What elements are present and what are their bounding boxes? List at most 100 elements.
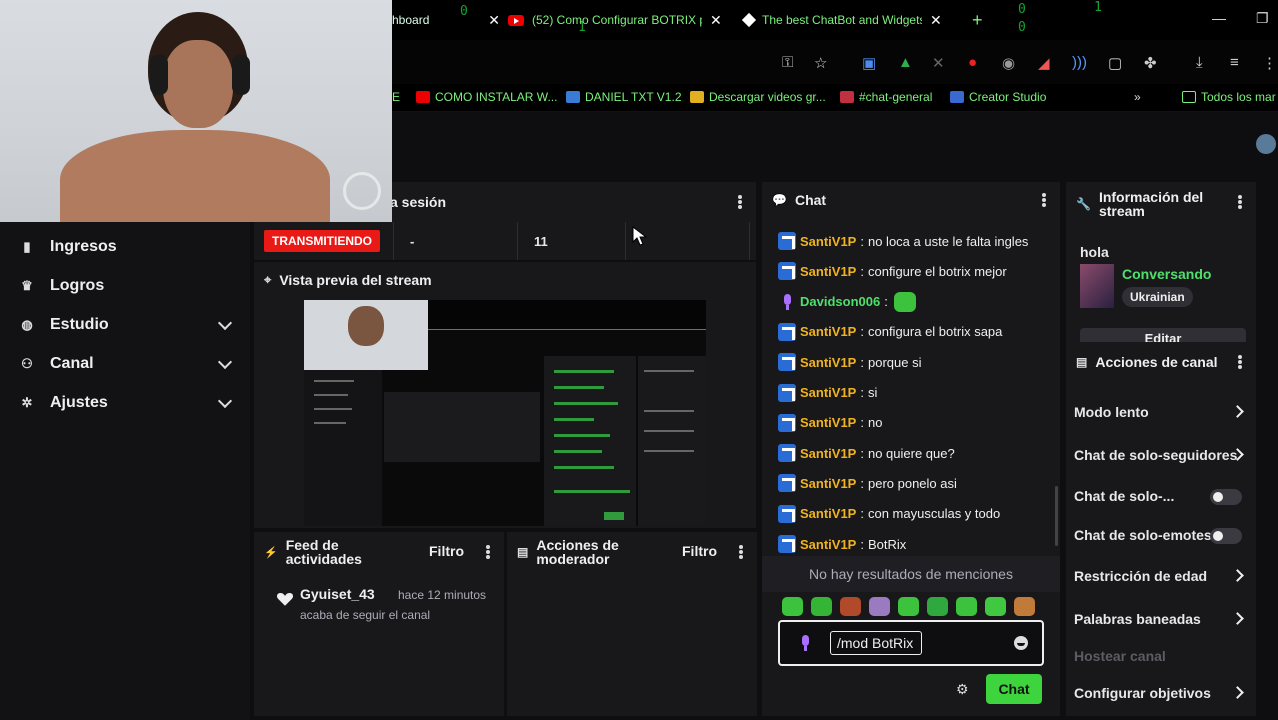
media-icon[interactable]: ≡ <box>1230 54 1239 71</box>
channel-action-item[interactable]: Chat de solo-emotes <box>1074 520 1254 550</box>
emote-icon[interactable] <box>985 596 1006 616</box>
bookmark-label: Descargar videos gr... <box>709 90 826 104</box>
close-icon[interactable]: ✕ <box>930 12 942 29</box>
chat-username[interactable]: SantiV1P <box>800 415 856 430</box>
chat-username[interactable]: SantiV1P <box>800 446 856 461</box>
bookmark-label: DANIEL TXT V1.2 <box>585 90 682 104</box>
emote-icon[interactable] <box>956 596 977 616</box>
bookmark[interactable]: E <box>392 90 400 104</box>
stream-category[interactable]: Conversando <box>1122 266 1211 282</box>
translate-icon[interactable]: ▣ <box>862 54 876 72</box>
chat-message-text: no <box>867 415 883 431</box>
bookmark[interactable]: #chat-general <box>840 90 932 104</box>
sidebar-item-ingresos[interactable]: ▮ Ingresos <box>0 228 250 266</box>
bookmark[interactable]: DANIEL TXT V1.2 <box>566 90 682 104</box>
stream-preview-thumbnail[interactable] <box>304 300 706 526</box>
emote-icon[interactable] <box>1014 596 1035 616</box>
chat-message: SantiV1P: no loca a uste le falta ingles <box>778 230 1056 252</box>
close-icon[interactable]: ✕ <box>488 12 500 29</box>
toggle-switch[interactable] <box>1210 528 1242 544</box>
channel-action-item[interactable]: Palabras baneadas <box>1074 604 1254 634</box>
screenshot-icon[interactable]: ▢ <box>1108 54 1122 72</box>
extension-icon[interactable]: ✕ <box>932 54 945 72</box>
drive-icon[interactable]: ▲ <box>898 54 913 71</box>
sidebar-item-canal[interactable]: ⚇ Canal <box>0 345 250 383</box>
bookmark[interactable]: COMO INSTALAR W... <box>416 90 557 104</box>
chat-username[interactable]: Davidson006 <box>800 294 880 309</box>
stat-live: TRANSMITIENDO <box>254 222 394 260</box>
youtube-icon <box>508 14 524 26</box>
headphones-icon <box>232 55 250 95</box>
chat-settings-icon[interactable]: ⚙ <box>956 682 970 696</box>
language-tag[interactable]: Ukrainian <box>1122 287 1193 307</box>
toggle-switch[interactable] <box>1210 489 1242 505</box>
emoji-icon[interactable] <box>1014 636 1028 650</box>
channel-action-item[interactable]: Configurar objetivos <box>1074 678 1254 708</box>
chat-username[interactable]: SantiV1P <box>800 385 856 400</box>
audio-icon[interactable]: ))) <box>1072 54 1087 71</box>
close-icon[interactable]: ✕ <box>710 12 722 29</box>
browser-tab[interactable]: (52) Como Configurar BOTRIX p ✕ <box>508 6 730 34</box>
puzzle-icon[interactable]: ✤ <box>1144 54 1157 72</box>
maximize-icon[interactable]: ❐ <box>1256 10 1269 27</box>
emote-icon[interactable] <box>898 596 919 616</box>
emote-icon[interactable] <box>840 596 861 616</box>
channel-action-item[interactable]: Chat de solo-seguidores <box>1074 440 1254 470</box>
chat-username[interactable]: SantiV1P <box>800 324 856 339</box>
chat-scrollbar[interactable] <box>1055 486 1058 546</box>
more-options-icon[interactable] <box>1042 193 1046 207</box>
emote-icon[interactable] <box>927 596 948 616</box>
preview-line <box>314 422 346 424</box>
more-options-icon[interactable] <box>1238 355 1242 369</box>
new-tab-icon[interactable]: + <box>972 10 983 31</box>
chat-input[interactable]: /mod BotRix <box>778 620 1044 666</box>
channel-action-item[interactable]: Chat de solo-... <box>1074 481 1254 511</box>
more-bookmarks[interactable]: » <box>1134 90 1141 104</box>
minimize-icon[interactable]: — <box>1212 10 1226 26</box>
more-options-icon[interactable] <box>738 195 742 209</box>
star-icon[interactable]: ☆ <box>814 54 827 72</box>
extension-icon[interactable]: ◢ <box>1038 54 1050 72</box>
browser-tab-active[interactable]: The best ChatBot and Widgets ✕ <box>742 6 962 34</box>
bookmark[interactable]: Todos los mar <box>1182 90 1276 104</box>
sidebar-item-logros[interactable]: ♛ Logros <box>0 267 250 305</box>
feed-username[interactable]: Gyuiset_43 <box>300 586 375 602</box>
sidebar-item-estudio[interactable]: ◍ Estudio <box>0 306 250 344</box>
menu-icon[interactable]: ⋮ <box>1262 54 1277 72</box>
send-chat-button[interactable]: Chat <box>986 674 1042 704</box>
chat-username[interactable]: SantiV1P <box>800 476 856 491</box>
filter-button[interactable]: Filtro <box>429 543 464 559</box>
bookmark[interactable]: Creator Studio <box>950 90 1046 104</box>
bookmark[interactable]: Descargar videos gr... <box>690 90 826 104</box>
chat-username[interactable]: SantiV1P <box>800 234 856 249</box>
channel-action-label: Restricción de edad <box>1074 568 1208 584</box>
chat-input-value[interactable]: /mod BotRix <box>830 631 922 655</box>
more-options-icon[interactable] <box>739 545 743 559</box>
emote-icon[interactable] <box>869 596 890 616</box>
chat-username[interactable]: SantiV1P <box>800 537 856 552</box>
channel-action-item[interactable]: Modo lento <box>1074 397 1254 427</box>
chat-username[interactable]: SantiV1P <box>800 264 856 279</box>
edit-button[interactable]: Editar <box>1080 328 1246 342</box>
chat-username[interactable]: SantiV1P <box>800 506 856 521</box>
headphones-icon <box>150 55 168 95</box>
sidebar-item-ajustes[interactable]: ✲ Ajustes <box>0 384 250 422</box>
emote-icon[interactable] <box>811 596 832 616</box>
session-stats: TRANSMITIENDO - 11 <box>254 222 756 260</box>
record-icon[interactable]: ● <box>968 54 977 71</box>
chat-username[interactable]: SantiV1P <box>800 355 856 370</box>
more-options-icon[interactable] <box>486 545 490 559</box>
browser-tab[interactable]: hboard ✕ <box>392 6 500 34</box>
more-options-icon[interactable] <box>1238 195 1242 209</box>
bot-badge-icon <box>778 504 796 523</box>
emote-icon[interactable] <box>782 596 803 616</box>
download-icon[interactable]: ⤓ <box>1196 54 1203 71</box>
chat-message-text: porque si <box>867 354 922 370</box>
user-avatar[interactable] <box>1256 134 1276 154</box>
watermark-logo <box>343 172 381 210</box>
extension-icon[interactable]: ◉ <box>1002 54 1015 72</box>
filter-button[interactable]: Filtro <box>682 543 717 559</box>
channel-action-item[interactable]: Restricción de edad <box>1074 561 1254 591</box>
sidebar-item-label: Ingresos <box>50 238 117 255</box>
key-icon[interactable]: ⚿ <box>782 54 793 71</box>
